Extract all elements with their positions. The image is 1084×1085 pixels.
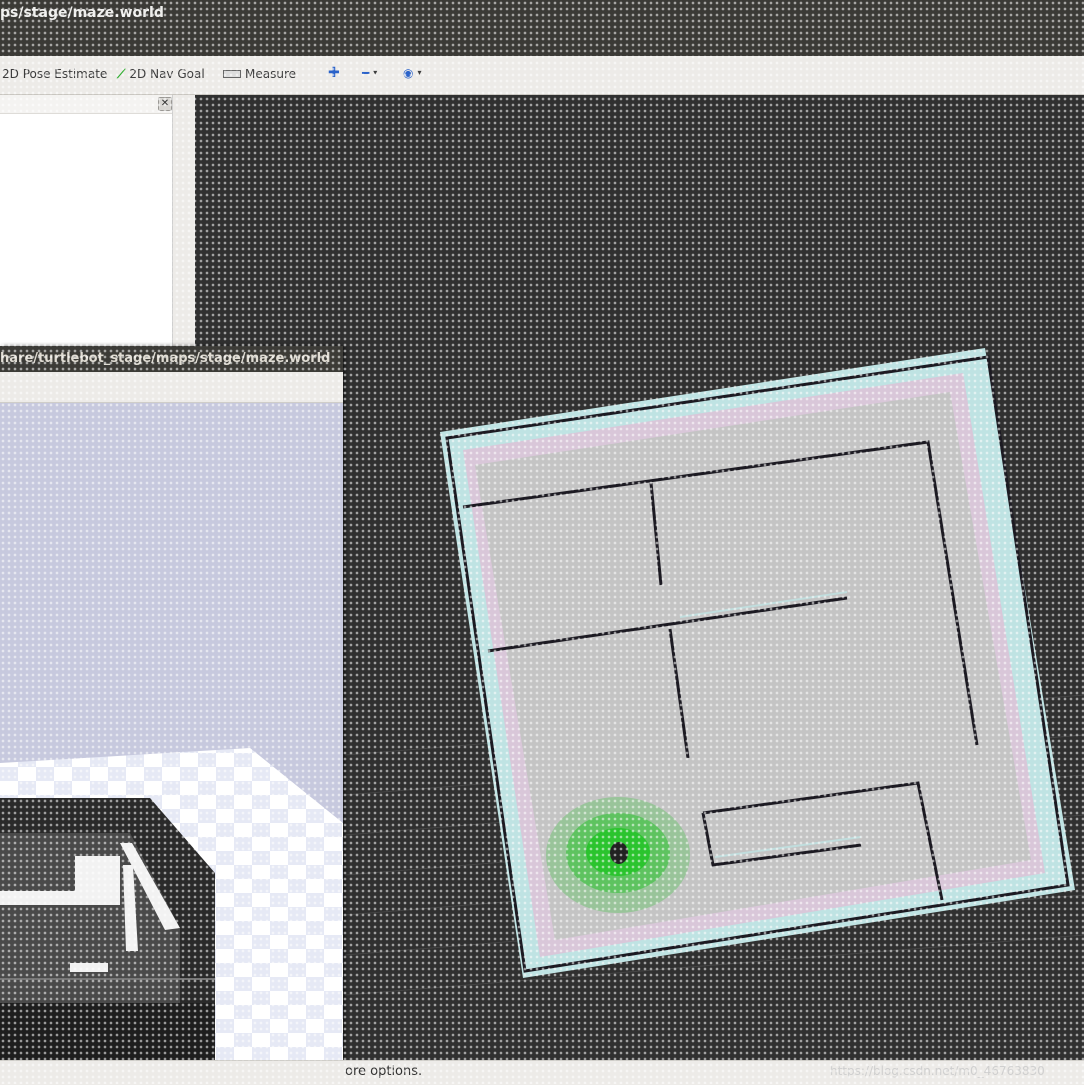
nav-goal-tool[interactable]: ⟋ 2D Nav Goal (117, 67, 205, 81)
plus-icon: ✚ (328, 65, 340, 81)
chevron-down-icon: ▾ (417, 68, 422, 77)
measure-label: Measure (245, 67, 296, 81)
pose-estimate-label: 2D Pose Estimate (2, 67, 108, 81)
stage-maze-front (0, 1003, 215, 1060)
ruler-icon (223, 70, 241, 78)
stage-3d-view[interactable]: 10 11 12 13 (0, 403, 343, 1060)
stage-simulator-window[interactable]: hare/turtlebot_stage/maps/stage/maze.wor… (0, 346, 343, 1060)
close-icon[interactable]: ✕ (158, 97, 172, 111)
occupancy-map (440, 348, 1075, 978)
pose-estimate-tool[interactable]: 2D Pose Estimate (2, 67, 107, 81)
status-bar: ore options. https://blog.csdn.net/m0_46… (0, 1060, 1084, 1085)
panel-header (0, 95, 172, 114)
eye-icon: ◉ (403, 66, 414, 80)
remove-tool-button[interactable]: ━ ▾ (362, 67, 377, 79)
left-dock-panel: ✕ (0, 95, 195, 350)
rviz-toolbar: 2D Pose Estimate ⟋ 2D Nav Goal Measure ✚… (0, 56, 1084, 95)
robot-marker (610, 842, 628, 864)
minus-icon: ━ (362, 66, 370, 80)
watermark-text: https://blog.csdn.net/m0_46763830 (830, 1064, 1045, 1078)
camera-view-button[interactable]: ◉ ▾ (403, 67, 422, 79)
stage-sky (0, 403, 343, 748)
panel-content: ✕ (0, 95, 173, 350)
stage-menubar (0, 372, 343, 403)
add-tool-button[interactable]: ✚ (328, 65, 340, 81)
stage-window-title: hare/turtlebot_stage/maps/stage/maze.wor… (0, 351, 331, 366)
window-title: ps/stage/maze.world (0, 5, 164, 21)
chevron-down-icon: ▾ (373, 68, 378, 77)
nav-goal-arrow-icon: ⟋ (117, 67, 126, 81)
measure-tool[interactable]: Measure (223, 67, 296, 81)
stage-scene (0, 403, 343, 1060)
stage-window-titlebar: hare/turtlebot_stage/maps/stage/maze.wor… (0, 346, 343, 372)
nav-goal-label: 2D Nav Goal (129, 67, 205, 81)
status-text: ore options. (345, 1064, 423, 1079)
window-titlebar: ps/stage/maze.world (0, 0, 1084, 56)
